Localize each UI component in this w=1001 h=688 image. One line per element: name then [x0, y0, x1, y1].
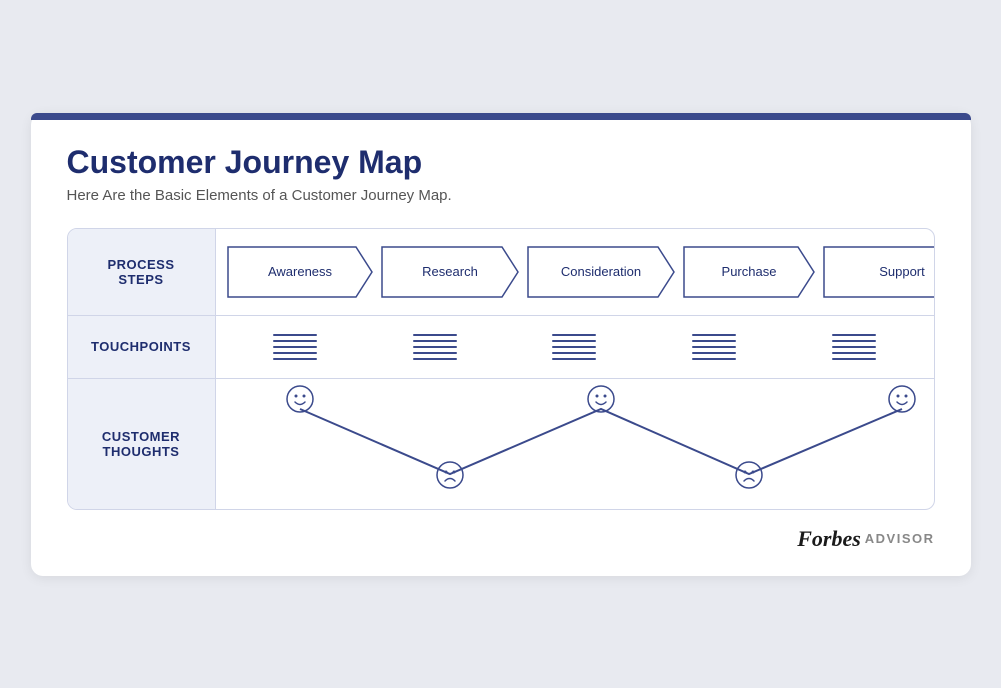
touchpoint-5 [832, 334, 876, 360]
steps-svg: Awareness Research Consideration [224, 243, 935, 301]
step-research: Research [382, 247, 518, 297]
journey-table: PROCESSSTEPS Awareness Research [67, 228, 935, 510]
step-support: Support [824, 247, 935, 297]
touchpoint-1 [273, 334, 317, 360]
touchpoint-2 [413, 334, 457, 360]
smiley-support-happy [889, 386, 915, 412]
step-purchase: Purchase [684, 247, 814, 297]
emotion-line [300, 409, 902, 474]
forbes-logo: Forbes [797, 526, 861, 552]
svg-text:Support: Support [879, 264, 925, 279]
step-awareness: Awareness [228, 247, 372, 297]
touchpoint-3 [552, 334, 596, 360]
process-steps-row: PROCESSSTEPS Awareness Research [68, 229, 934, 316]
customer-thoughts-row: CUSTOMERTHOUGHTS [68, 379, 934, 509]
svg-text:Research: Research [422, 264, 478, 279]
touchpoints-label: TOUCHPOINTS [68, 316, 216, 378]
svg-text:Consideration: Consideration [560, 264, 640, 279]
step-consideration: Consideration [528, 247, 674, 297]
footer: Forbes ADVISOR [67, 526, 935, 552]
process-steps-label: PROCESSSTEPS [68, 229, 216, 315]
svg-text:Purchase: Purchase [721, 264, 776, 279]
customer-thoughts-content [216, 379, 935, 509]
page-subtitle: Here Are the Basic Elements of a Custome… [67, 187, 935, 204]
touchpoint-4 [692, 334, 736, 360]
touchpoints-content [216, 316, 934, 378]
top-accent [31, 113, 971, 120]
process-steps-content: Awareness Research Consideration [216, 229, 935, 315]
main-card: Customer Journey Map Here Are the Basic … [31, 113, 971, 576]
page-title: Customer Journey Map [67, 144, 935, 181]
customer-thoughts-label: CUSTOMERTHOUGHTS [68, 379, 216, 509]
thoughts-svg [224, 379, 935, 509]
svg-text:Awareness: Awareness [267, 264, 332, 279]
advisor-label: ADVISOR [865, 531, 935, 546]
touchpoints-row: TOUCHPOINTS [68, 316, 934, 379]
smiley-awareness-happy [287, 386, 313, 412]
